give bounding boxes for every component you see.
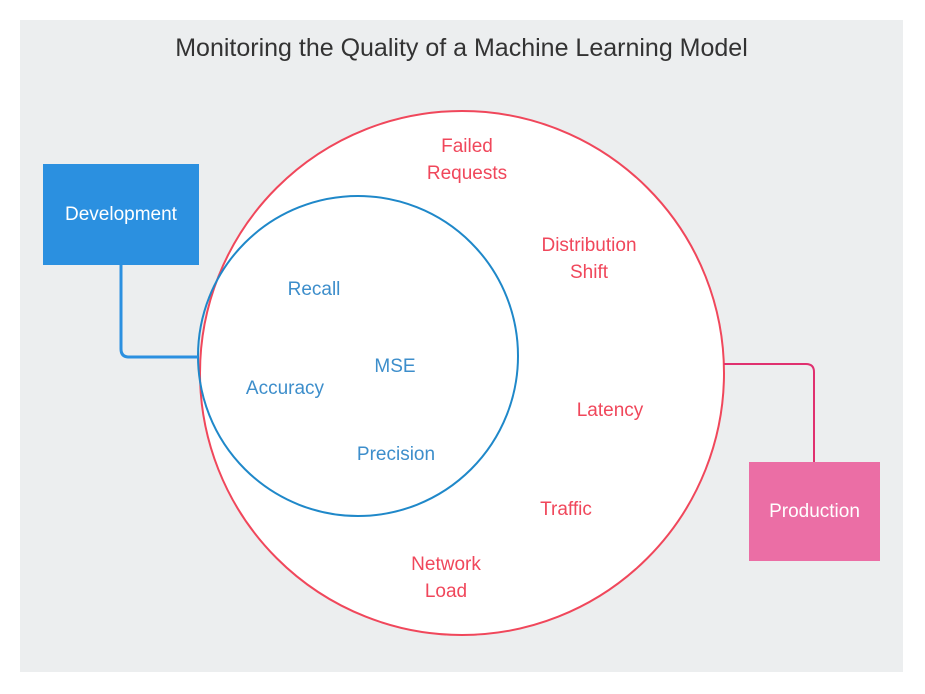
metric-network-load: Network Load xyxy=(411,554,481,602)
metric-failed-requests: Failed Requests xyxy=(426,136,508,184)
metric-accuracy: Accuracy xyxy=(245,378,325,399)
metric-traffic: Traffic xyxy=(540,499,592,520)
production-node: Production xyxy=(749,462,880,561)
development-label: Development xyxy=(65,203,177,225)
development-connector xyxy=(119,265,198,359)
development-node: Development xyxy=(43,164,199,265)
diagram-canvas: Monitoring the Quality of a Machine Lear… xyxy=(0,0,925,694)
production-label: Production xyxy=(769,500,860,522)
metric-latency: Latency xyxy=(576,400,644,421)
diagram-title: Monitoring the Quality of a Machine Lear… xyxy=(175,34,748,62)
metric-distribution-shift: Distribution Shift xyxy=(541,235,637,283)
metric-mse: MSE xyxy=(374,356,416,377)
metric-precision: Precision xyxy=(356,444,436,465)
metric-recall: Recall xyxy=(287,279,341,300)
production-connector xyxy=(724,363,815,462)
